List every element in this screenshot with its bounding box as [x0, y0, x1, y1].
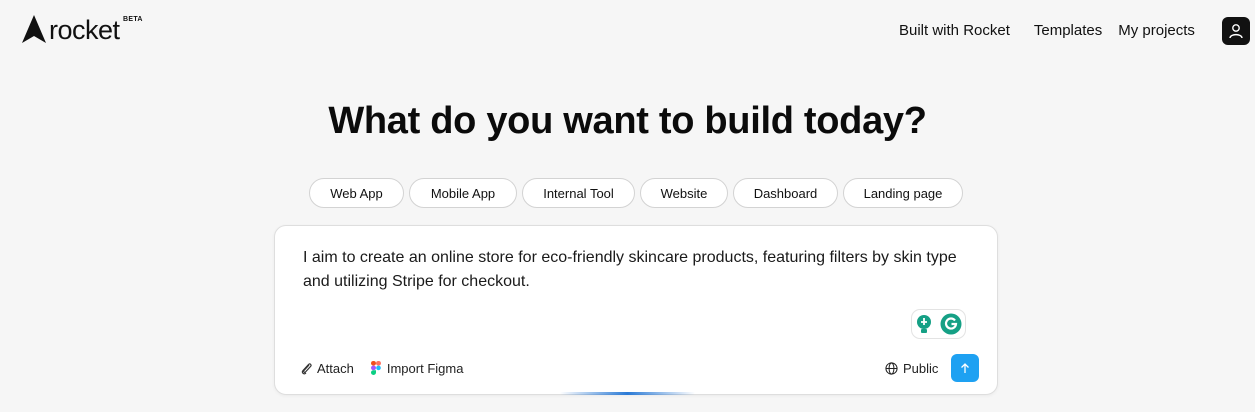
paperclip-icon	[301, 363, 312, 375]
grammarly-icon	[940, 313, 962, 335]
page-title: What do you want to build today?	[328, 100, 927, 142]
nav-templates[interactable]: Templates	[1034, 22, 1102, 39]
chip-dashboard[interactable]: Dashboard	[733, 178, 838, 208]
visibility-label: Public	[903, 360, 939, 376]
user-icon	[1229, 24, 1243, 39]
prompt-card: I aim to create an online store for eco-…	[274, 225, 998, 395]
attach-label: Attach	[317, 360, 354, 376]
grammarly-widget[interactable]	[911, 309, 966, 339]
attach-button[interactable]: Attach	[300, 361, 354, 376]
beta-badge: BETA	[123, 16, 143, 23]
brand-logo[interactable]: rocket BETA	[21, 14, 142, 45]
globe-icon	[885, 361, 898, 375]
profile-button[interactable]	[1222, 17, 1250, 45]
chip-landing-page[interactable]: Landing page	[843, 178, 963, 208]
arrow-up-icon	[961, 363, 970, 373]
category-chips: Web App Mobile App Internal Tool Website…	[309, 178, 963, 208]
chip-mobile-app[interactable]: Mobile App	[409, 178, 517, 208]
prompt-actions-left: Attach Import Figma	[300, 360, 479, 376]
import-figma-button[interactable]: Import Figma	[370, 360, 464, 376]
brand-name: rocket	[49, 15, 120, 45]
chip-web-app[interactable]: Web App	[309, 178, 404, 208]
top-nav: Built with Rocket Templates My projects	[899, 22, 1195, 39]
import-figma-label: Import Figma	[386, 360, 464, 376]
prompt-actions-right: Public	[885, 354, 980, 382]
chip-internal-tool[interactable]: Internal Tool	[522, 178, 635, 208]
nav-my-projects[interactable]: My projects	[1118, 22, 1195, 39]
visibility-toggle[interactable]: Public	[885, 361, 938, 376]
nav-built-with-rocket[interactable]: Built with Rocket	[899, 22, 1010, 39]
rocket-logo-icon	[22, 15, 46, 43]
lightbulb-icon	[917, 315, 932, 333]
prompt-input[interactable]: I aim to create an online store for eco-…	[303, 246, 983, 294]
figma-icon	[370, 361, 381, 375]
chip-website[interactable]: Website	[640, 178, 728, 208]
send-button[interactable]	[951, 354, 980, 382]
glow-accent	[560, 392, 695, 395]
